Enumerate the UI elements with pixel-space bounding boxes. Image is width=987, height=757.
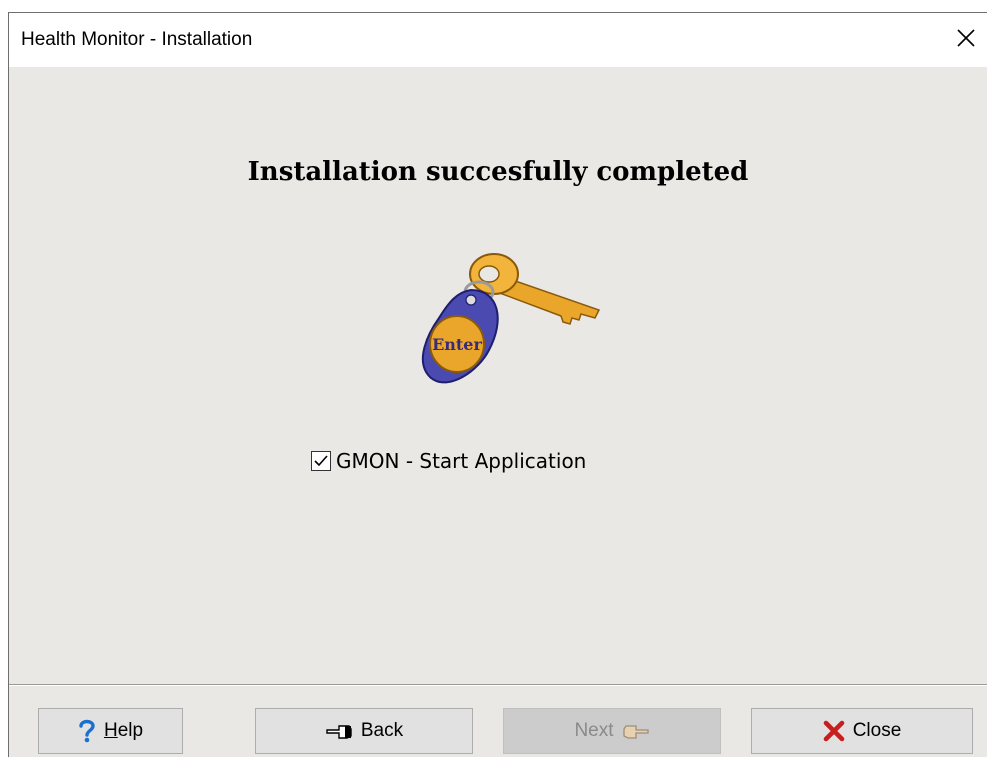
installer-window: Health Monitor - Installation Installati…	[8, 12, 987, 757]
question-mark-icon	[78, 719, 96, 743]
footer-separator	[9, 684, 987, 686]
checkbox-checked-icon[interactable]	[311, 451, 331, 471]
help-button[interactable]: Help	[38, 708, 183, 754]
start-application-checkbox[interactable]: GMON - Start Application	[311, 449, 586, 473]
back-label: Back	[360, 720, 404, 741]
close-button[interactable]: Close	[751, 708, 973, 754]
key-fob-icon: Enter	[409, 240, 609, 390]
hand-pointing-right-icon	[622, 722, 650, 740]
hand-pointing-left-icon	[325, 722, 353, 740]
next-button[interactable]: Next	[503, 708, 721, 754]
window-title: Health Monitor - Installation	[21, 29, 253, 50]
close-window-icon[interactable]	[951, 23, 981, 53]
back-button[interactable]: Back	[255, 708, 473, 754]
close-label: Close	[852, 720, 902, 741]
next-label: Next	[574, 720, 614, 741]
completion-heading: Installation succesfully completed	[247, 157, 749, 187]
help-label: Help	[103, 720, 144, 741]
title-bar: Health Monitor - Installation	[9, 12, 987, 67]
checkbox-label: GMON - Start Application	[336, 449, 587, 473]
key-badge-text: Enter	[432, 335, 482, 354]
red-x-icon	[823, 720, 845, 742]
